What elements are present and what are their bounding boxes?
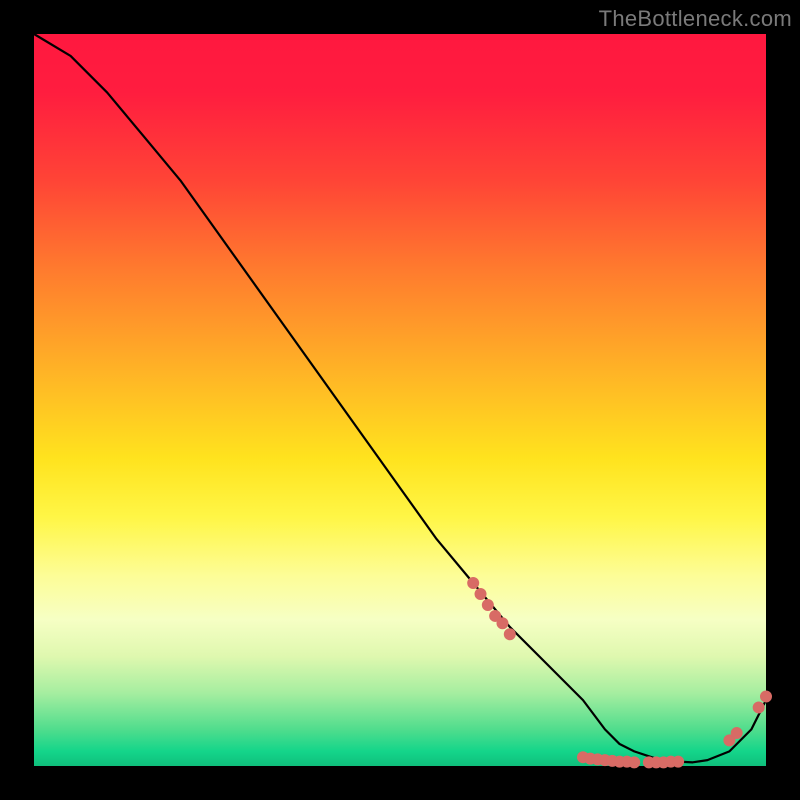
chart-stage: TheBottleneck.com [0,0,800,800]
data-point [497,618,508,629]
data-point [482,599,493,610]
data-point [673,756,684,767]
data-point [731,728,742,739]
highlight-dots [468,578,772,768]
data-point [629,757,640,768]
data-point [761,691,772,702]
chart-plot-area [34,34,766,766]
data-point [475,588,486,599]
data-point [753,702,764,713]
chart-svg [34,34,766,766]
data-point [468,578,479,589]
data-point [504,629,515,640]
bottleneck-curve [34,34,766,762]
watermark-text: TheBottleneck.com [599,6,792,32]
